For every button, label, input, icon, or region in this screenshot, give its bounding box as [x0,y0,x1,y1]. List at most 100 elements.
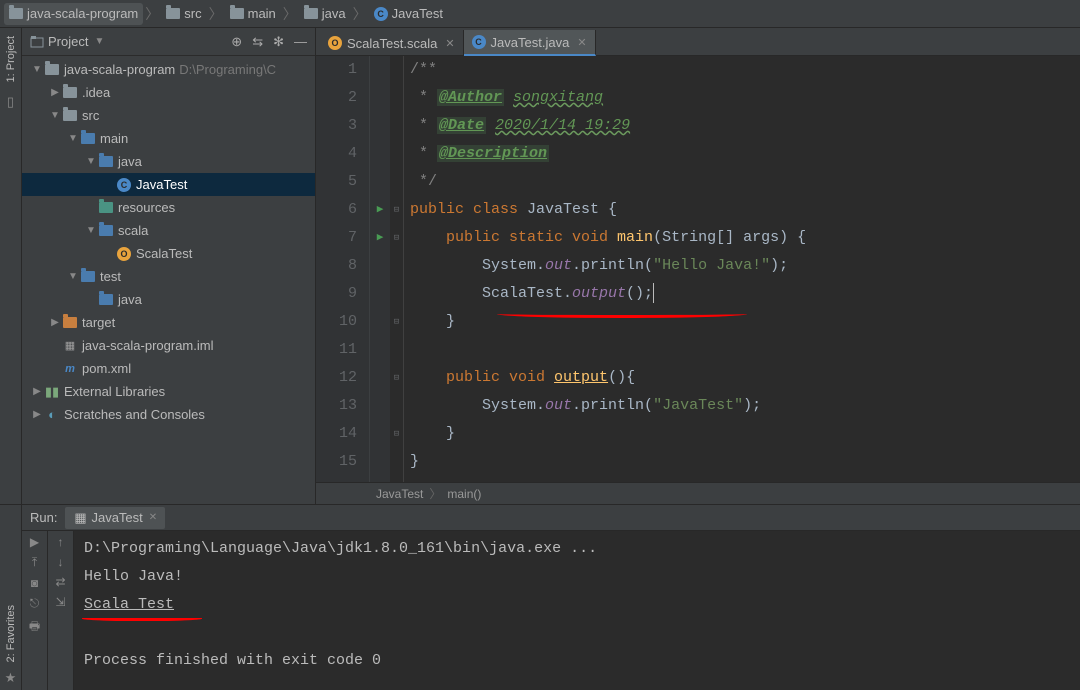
tree-item[interactable]: ▶◐ Scratches and Consoles [22,403,315,426]
hide-icon[interactable]: — [294,34,307,50]
editor-tabs: OScalaTest.scala✕CJavaTest.java✕ [316,28,1080,56]
project-panel-title[interactable]: Project ▼ [30,34,231,49]
scala-icon: O [328,36,342,50]
tree-label: java-scala-program.iml [82,338,213,353]
tree-label: src [82,108,99,123]
tree-item[interactable]: ▦ java-scala-program.iml [22,334,315,357]
chevron-right-icon: 〉 [351,4,369,24]
code-content[interactable]: /** * @Author songxitang * @Date 2020/1/… [404,56,1080,482]
chevron-right-icon: 〉 [207,4,225,24]
run-button[interactable]: ▶ [30,535,39,549]
tree-item[interactable]: ▼ scala [22,219,315,242]
tree-item[interactable]: ▼java-scala-programD:\Programing\C [22,58,315,81]
breadcrumb-bar: java-scala-program 〉 src 〉 main 〉 java 〉… [0,0,1080,28]
expand-arrow-icon[interactable]: ▶ [48,317,62,328]
aim-icon[interactable]: ⊕ [231,34,242,50]
console-line: Hello Java! [84,563,1070,591]
breadcrumb-root-label: java-scala-program [27,6,138,21]
expand-arrow-icon[interactable]: ▼ [84,156,98,167]
breadcrumb-item[interactable]: main [225,3,281,25]
tree-item[interactable]: ▶ .idea [22,81,315,104]
expand-arrow-icon[interactable]: ▼ [48,110,62,121]
breadcrumb-item[interactable]: src [161,3,206,25]
down-icon[interactable]: ↓ [58,555,64,569]
scratch-icon: ◐ [44,407,60,423]
wrap-icon[interactable]: ⇄ [55,575,65,589]
expand-arrow-icon[interactable]: ▼ [84,225,98,236]
folder-blue-icon [98,223,114,239]
folder-teal-icon [98,200,114,216]
breadcrumb-root[interactable]: java-scala-program [4,3,143,25]
breadcrumb-file[interactable]: CJavaTest [369,3,448,25]
iml-icon: ▦ [62,338,78,354]
run-tab-label: JavaTest [91,510,142,525]
tree-label: .idea [82,85,110,100]
expand-arrow-icon[interactable]: ▶ [30,409,44,420]
fold-gutter[interactable]: ⊟⊟⊟⊟⊟ [390,56,404,482]
project-tree[interactable]: ▼java-scala-programD:\Programing\C ▶ .idea… [22,56,315,504]
tree-label: Scratches and Consoles [64,407,205,422]
expand-arrow-icon[interactable]: ▼ [30,64,44,75]
sidebar-tab-favorites[interactable]: 2: Favorites [5,601,17,666]
annotation-underline [497,310,747,318]
debug-icon[interactable]: ⤒ [32,555,37,570]
expand-arrow-icon[interactable]: ▼ [66,271,80,282]
tree-item[interactable]: ▶ target [22,311,315,334]
close-icon[interactable]: ✕ [445,37,454,50]
print-icon[interactable]: 🖶 [29,617,40,638]
exit-icon[interactable]: ⎋ [30,596,40,611]
close-icon[interactable]: ✕ [149,512,157,523]
tree-item[interactable]: CJavaTest [22,173,315,196]
project-icon [30,35,44,49]
breadcrumb-class[interactable]: JavaTest [376,487,423,501]
folder-blue-icon [98,292,114,308]
chevron-right-icon: 〉 [281,4,299,24]
tree-item[interactable]: ▼main [22,127,315,150]
tree-item[interactable]: O ScalaTest [22,242,315,265]
run-line-icon[interactable]: ▶ [377,224,384,252]
editor-tab[interactable]: OScalaTest.scala✕ [320,30,464,56]
tree-label: JavaTest [136,177,187,192]
tree-item[interactable]: mpom.xml [22,357,315,380]
bookmark-icon[interactable]: ▯ [7,94,14,110]
tree-label: scala [118,223,148,238]
up-icon[interactable]: ↑ [58,535,64,549]
close-icon[interactable]: ✕ [577,36,586,49]
line-gutter[interactable]: 123456789101112131415 [316,56,370,482]
dropdown-icon: ▼ [94,36,104,47]
run-line-icon[interactable]: ▶ [377,196,384,224]
tree-item[interactable]: resources [22,196,315,219]
run-toolbar-primary: ▶ ⤒ ◙ ⎋ 🖶 [22,531,48,690]
expand-arrow-icon[interactable]: ▼ [66,133,80,144]
run-marks-gutter[interactable]: ▶▶ [370,56,390,482]
sidebar-tab-project[interactable]: 1: Project [5,32,17,86]
star-icon[interactable]: ★ [5,670,17,686]
tree-item[interactable]: ▼java [22,150,315,173]
tree-label: ScalaTest [136,246,192,261]
collapse-icon[interactable]: ⇆ [252,34,263,50]
console-output[interactable]: D:\Programing\Language\Java\jdk1.8.0_161… [74,531,1080,690]
run-tab[interactable]: ▦ JavaTest ✕ [65,507,165,529]
editor-tab[interactable]: CJavaTest.java✕ [464,30,596,56]
tree-label: java [118,292,142,307]
tree-label: target [82,315,115,330]
tree-item[interactable]: ▼ src [22,104,315,127]
scala-icon: O [116,246,132,262]
tree-item[interactable]: ▶▮▮External Libraries [22,380,315,403]
tree-item[interactable]: java [22,288,315,311]
tree-item[interactable]: ▼test [22,265,315,288]
breadcrumb-item[interactable]: java [299,3,351,25]
editor-breadcrumb[interactable]: JavaTest 〉 main() [316,482,1080,504]
folder-blue-icon [98,154,114,170]
expand-arrow-icon[interactable]: ▶ [30,386,44,397]
run-config-icon: ▦ [73,511,87,525]
breadcrumb-method[interactable]: main() [447,487,481,501]
folder-orange-icon [62,315,78,331]
expand-arrow-icon[interactable]: ▶ [48,87,62,98]
folder-icon [62,85,78,101]
gear-icon[interactable]: ✻ [273,34,284,50]
scroll-icon[interactable]: ⇲ [55,595,65,609]
camera-icon[interactable]: ◙ [31,576,38,590]
code-area[interactable]: 123456789101112131415 ▶▶ ⊟⊟⊟⊟⊟ /** * @Au… [316,56,1080,482]
run-toolbar-secondary: ↑ ↓ ⇄ ⇲ [48,531,74,690]
